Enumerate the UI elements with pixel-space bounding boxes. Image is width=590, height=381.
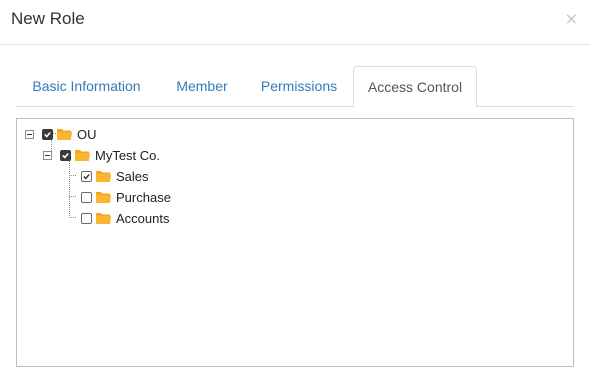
tab-basic-information[interactable]: Basic Information bbox=[16, 66, 157, 107]
tree-connector bbox=[69, 175, 76, 176]
access-tree: OU MyTest Co. Sales Purchase Accounts bbox=[16, 118, 574, 367]
folder-icon bbox=[96, 192, 111, 203]
check-icon bbox=[44, 131, 51, 138]
tree-connector bbox=[69, 196, 76, 197]
close-icon[interactable]: × bbox=[565, 9, 578, 28]
dialog-header: New Role × bbox=[0, 0, 590, 45]
folder-icon bbox=[75, 150, 90, 161]
folder-icon bbox=[57, 129, 72, 140]
collapse-icon[interactable] bbox=[25, 129, 34, 139]
folder-icon bbox=[96, 213, 111, 224]
tree-connector bbox=[69, 217, 76, 218]
check-icon bbox=[83, 173, 90, 180]
tree-node-mytest-co[interactable]: MyTest Co. bbox=[43, 146, 160, 164]
tab-member[interactable]: Member bbox=[161, 66, 243, 107]
tab-bar: Basic Information Member Permissions Acc… bbox=[16, 66, 574, 108]
tree-node-label: OU bbox=[77, 126, 97, 142]
tree-node-ou[interactable]: OU bbox=[25, 125, 97, 143]
mytest-co-checkbox[interactable] bbox=[60, 149, 71, 161]
tree-node-label: Purchase bbox=[116, 189, 171, 205]
tree-node-label: MyTest Co. bbox=[95, 147, 161, 163]
tree-node-purchase[interactable]: Purchase bbox=[81, 188, 171, 206]
purchase-checkbox[interactable] bbox=[81, 191, 92, 203]
sales-checkbox[interactable] bbox=[81, 170, 92, 182]
tree-node-sales[interactable]: Sales bbox=[81, 167, 149, 185]
tree-node-label: Accounts bbox=[116, 210, 170, 226]
tab-access-control[interactable]: Access Control bbox=[353, 66, 477, 108]
dialog-title: New Role bbox=[11, 9, 85, 28]
tree-node-accounts[interactable]: Accounts bbox=[81, 209, 169, 227]
folder-icon bbox=[96, 171, 111, 182]
tree-node-label: Sales bbox=[116, 168, 149, 184]
tab-permissions[interactable]: Permissions bbox=[244, 66, 354, 107]
tree-connector bbox=[69, 160, 70, 218]
accounts-checkbox[interactable] bbox=[81, 212, 92, 224]
check-icon bbox=[62, 152, 69, 159]
ou-checkbox[interactable] bbox=[42, 128, 53, 140]
collapse-icon[interactable] bbox=[43, 150, 52, 160]
